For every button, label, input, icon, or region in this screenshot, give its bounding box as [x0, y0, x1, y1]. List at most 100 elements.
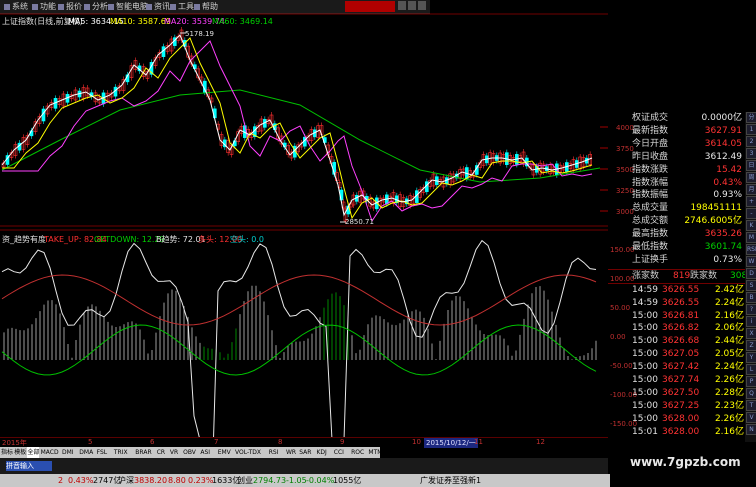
indicator-tab[interactable]: BRAR — [135, 447, 151, 458]
toolbar-button[interactable]: 周 — [746, 172, 756, 183]
indicator-tab[interactable]: TRIX — [114, 447, 128, 458]
indicator-tab[interactable]: EMV — [218, 447, 231, 458]
indicator-tab[interactable]: WR — [286, 447, 296, 458]
lower-strip — [0, 458, 608, 474]
updown-row: 涨家数 819 跌家数 308 — [608, 268, 756, 284]
date-m7: 7 — [214, 438, 219, 446]
tick-row: 14:59 3626.55 2.24亿 — [632, 297, 744, 310]
toolbar-button[interactable]: 1 — [746, 124, 756, 135]
tick-time: 15:00 — [632, 349, 658, 360]
indicator-tab[interactable]: CR — [157, 447, 165, 458]
indicator-tab[interactable]: MACD — [41, 447, 59, 458]
indicator-tab[interactable]: MTM — [368, 447, 382, 458]
tick-row: 15:00 3626.82 2.06亿 — [632, 322, 744, 335]
indicator-tab[interactable]: VOL-TDX — [235, 447, 261, 458]
up-count-label: 涨家数 — [632, 270, 660, 281]
info-label: 最新指数 — [632, 125, 669, 136]
info-label: 总成交量 — [632, 203, 669, 214]
indicator-tab[interactable]: MCST — [424, 447, 441, 458]
toolbar-button[interactable]: 月 — [746, 184, 756, 195]
tick-row: 15:00 3627.50 2.28亿 — [632, 387, 744, 400]
info-value: 2746.6005亿 — [684, 216, 742, 227]
indicator-tab[interactable]: ROC — [351, 447, 364, 458]
tick-time: 15:00 — [632, 387, 658, 398]
indicator-tab[interactable]: CCI — [334, 447, 344, 458]
tick-price: 3627.42 — [662, 362, 700, 373]
toolbar-button[interactable]: RSI — [746, 244, 756, 255]
tick-amount: 2.05亿 — [714, 349, 744, 360]
tick-price: 3626.82 — [662, 323, 700, 334]
pinyin-input-button[interactable]: 拼音输入 — [6, 461, 52, 471]
toolbar-button[interactable]: B — [746, 292, 756, 303]
toolbar-button[interactable]: N — [746, 424, 756, 435]
toolbar-button[interactable]: Y — [746, 352, 756, 363]
date-m6: 6 — [150, 438, 155, 446]
toolbar-button[interactable]: i — [746, 316, 756, 327]
toolbar-button[interactable]: K — [746, 220, 756, 231]
info-row: 最高指数 3635.26 — [608, 228, 756, 241]
toolbar-button[interactable]: X — [746, 328, 756, 339]
toolbar-button[interactable]: D — [746, 268, 756, 279]
indicator-tab[interactable]: 全部 — [27, 447, 40, 458]
tick-time: 15:00 — [632, 323, 658, 334]
status-idx1: 2 — [58, 476, 64, 485]
indicator-tab[interactable]: BOLL — [386, 447, 401, 458]
indicator-tab[interactable]: FSL — [97, 447, 108, 458]
info-value: 0.93% — [713, 190, 742, 201]
info-row: 总成交额 2746.6005亿 — [608, 215, 756, 228]
toolbar-button[interactable]: Q — [746, 388, 756, 399]
info-row: 最低指数 3601.74 — [608, 241, 756, 254]
info-row: 今日开盘 3614.05 — [608, 138, 756, 151]
toolbar-button[interactable]: ? — [746, 304, 756, 315]
tick-amount: 2.44亿 — [714, 336, 744, 347]
indicator-tab[interactable]: VR — [170, 447, 178, 458]
info-value: 0.43% — [713, 177, 742, 188]
indicator-tab[interactable]: PSY — [407, 447, 418, 458]
index-info-panel: 权证成交 0.0000亿 最新指数 3627.91 今日开盘 3614.05 昨日收盘 361… — [608, 112, 756, 440]
info-label: 指数涨跌 — [632, 164, 669, 175]
tick-row: 15:00 3627.74 2.26亿 — [632, 374, 744, 387]
toolbar-button[interactable]: L — [746, 364, 756, 375]
indicator-tab[interactable]: ASI — [200, 447, 210, 458]
toolbar-button[interactable]: V — [746, 412, 756, 423]
info-label: 指数涨幅 — [632, 177, 669, 188]
toolbar-button[interactable]: - — [746, 208, 756, 219]
price-chart[interactable]: 上证指数(日线,前复权) MA5: 3634.15 MA10: 3587.69 … — [0, 0, 634, 487]
indicator-tab[interactable]: DMA — [79, 447, 93, 458]
tick-price: 3626.68 — [662, 336, 700, 347]
info-value: 3614.05 — [704, 138, 742, 149]
info-label: 最高指数 — [632, 229, 669, 240]
toolbar-button[interactable]: 分 — [746, 112, 756, 123]
info-value: 0.0000亿 — [701, 113, 743, 123]
tick-price: 3626.81 — [662, 310, 700, 321]
indicator-tab[interactable]: 模板 — [14, 447, 26, 458]
indicator-tab[interactable]: DMI — [62, 447, 74, 458]
indicator-tab[interactable]: KDJ — [317, 447, 327, 458]
toolbar-button[interactable]: 3 — [746, 148, 756, 159]
watermark: www.7gpzb.com — [630, 455, 741, 469]
toolbar-button[interactable]: S — [746, 280, 756, 291]
date-m12: 12 — [536, 438, 545, 446]
toolbar-button[interactable]: P — [746, 376, 756, 387]
indicator-tab[interactable]: SAR — [299, 447, 311, 458]
indicator-tab[interactable]: RSI — [269, 447, 279, 458]
toolbar-button[interactable]: + — [746, 196, 756, 207]
tick-amount: 2.23亿 — [714, 400, 744, 411]
toolbar-button[interactable]: W — [746, 256, 756, 267]
status-broker: 广发证券至强新1 — [420, 476, 482, 485]
tick-time: 14:59 — [632, 297, 658, 308]
indicator-tab[interactable]: OBV — [183, 447, 196, 458]
tick-amount: 2.16亿 — [714, 310, 744, 321]
toolbar-button[interactable]: T — [746, 400, 756, 411]
status-sz-change: 8.80 — [168, 476, 186, 485]
indicator-tab[interactable]: 指标 — [1, 447, 13, 458]
toolbar-button[interactable]: 日 — [746, 160, 756, 171]
toolbar-button[interactable]: 2 — [746, 136, 756, 147]
tick-row: 15:00 3628.00 2.26亿 — [632, 413, 744, 426]
status-cy-change: -1.05 — [286, 476, 307, 485]
date-m11: 11 — [474, 438, 483, 446]
tick-row: 15:00 3627.05 2.05亿 — [632, 348, 744, 361]
toolbar-button[interactable]: M — [746, 232, 756, 243]
tick-amount: 2.42亿 — [714, 284, 744, 295]
toolbar-button[interactable]: Z — [746, 340, 756, 351]
